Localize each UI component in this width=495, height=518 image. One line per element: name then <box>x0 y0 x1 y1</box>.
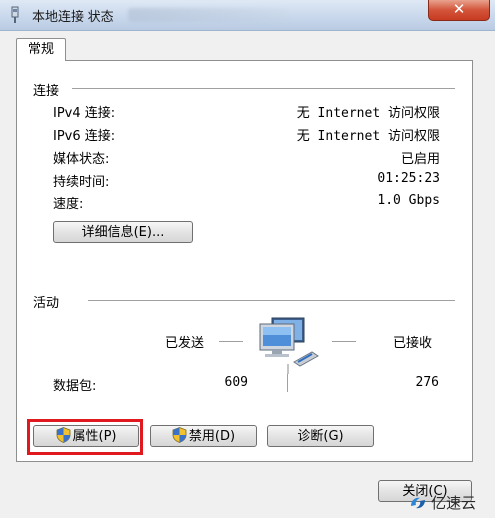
ipv4-label: IPv4 连接: <box>53 106 116 121</box>
received-line <box>332 341 356 343</box>
blurred-title-text <box>128 8 288 22</box>
duration-value: 01:25:23 <box>377 171 440 186</box>
connector-line <box>287 374 288 392</box>
title-bar: 本地连接 状态 ✕ <box>0 0 495 31</box>
watermark-logo-icon <box>411 497 425 509</box>
ipv6-label: IPv6 连接: <box>53 129 116 144</box>
tab-general[interactable]: 常规 <box>16 38 66 61</box>
received-label: 已接收 <box>393 336 433 351</box>
packets-sent-value: 609 <box>224 375 248 390</box>
window-close-button[interactable]: ✕ <box>428 0 490 21</box>
details-button[interactable]: 详细信息(E)... <box>53 221 193 243</box>
window-title: 本地连接 状态 <box>32 9 114 24</box>
sent-label: 已发送 <box>165 336 205 351</box>
watermark-text: 亿速云 <box>431 494 477 512</box>
duration-label: 持续时间: <box>53 175 110 190</box>
ipv6-value: 无 Internet 访问权限 <box>296 129 440 144</box>
activity-section-title: 活动 <box>33 296 60 311</box>
speed-label: 速度: <box>53 197 84 212</box>
activity-divider <box>88 300 455 302</box>
disable-button[interactable]: 禁用(D) <box>150 425 257 447</box>
connection-divider <box>72 88 455 90</box>
connection-section-title: 连接 <box>33 84 60 99</box>
sent-line <box>219 341 243 343</box>
ipv4-value: 无 Internet 访问权限 <box>296 106 440 121</box>
media-state-value: 已启用 <box>400 152 440 167</box>
diagnose-button[interactable]: 诊断(G) <box>267 425 374 447</box>
disable-button-label: 禁用(D) <box>188 429 236 444</box>
packets-label: 数据包: <box>53 379 97 394</box>
network-connection-icon <box>11 6 19 23</box>
speed-value: 1.0 Gbps <box>377 193 440 208</box>
highlight-box <box>27 419 143 455</box>
uac-shield-icon <box>172 427 187 443</box>
network-computers-icon <box>259 317 319 374</box>
media-state-label: 媒体状态: <box>53 152 110 167</box>
packets-received-value: 276 <box>415 375 439 390</box>
watermark: 亿速云 <box>408 492 476 513</box>
